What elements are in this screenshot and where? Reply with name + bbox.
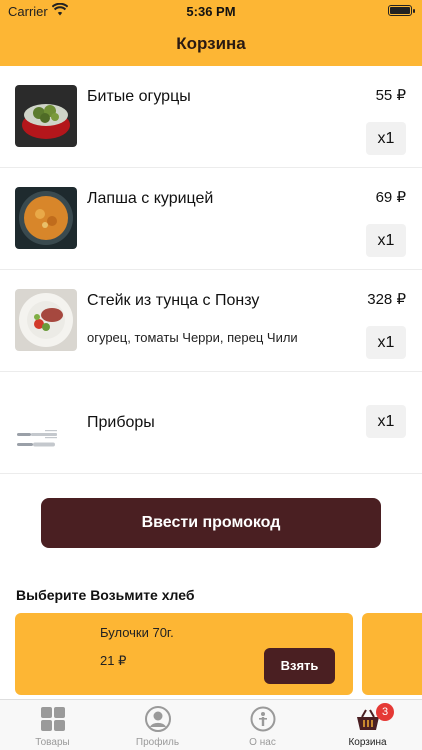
tuna-steak-image — [15, 289, 77, 351]
tab-label: О нас — [249, 737, 276, 748]
noodles-dish-image — [15, 187, 77, 249]
quantity-button[interactable]: x1 — [366, 405, 406, 438]
navigation-header: Carrier 5:36 PM Корзина — [0, 0, 422, 66]
promo-code-button[interactable]: Ввести промокод — [41, 498, 381, 548]
bread-name: Булочки 70г. — [100, 625, 174, 640]
take-button[interactable]: Взять — [264, 648, 335, 684]
profile-icon — [145, 706, 171, 732]
quantity-button[interactable]: x1 — [366, 122, 406, 155]
tab-cart[interactable]: 3 Корзина — [315, 700, 420, 750]
tab-products[interactable]: Товары — [0, 700, 105, 750]
item-price: 328 ₽ — [367, 291, 406, 308]
item-name: Битые огурцы — [87, 88, 191, 105]
item-price: 55 ₽ — [375, 87, 406, 104]
cart-item[interactable]: Битые огурцы 55 ₽ x1 — [0, 66, 422, 168]
item-description: огурец, томаты Черри, перец Чили — [87, 330, 298, 345]
item-name: Приборы — [87, 414, 155, 431]
grid-icon — [41, 707, 65, 731]
battery-icon — [388, 5, 415, 16]
quantity-button[interactable]: x1 — [366, 326, 406, 359]
quantity-button[interactable]: x1 — [366, 224, 406, 257]
cart-count-badge: 3 — [376, 703, 394, 721]
bread-card-next[interactable] — [362, 613, 422, 695]
item-price: 69 ₽ — [375, 189, 406, 206]
tab-label: Корзина — [348, 737, 387, 748]
section-title: Выберите Возьмите хлеб — [16, 587, 195, 603]
tab-label: Товары — [35, 737, 70, 748]
item-name: Стейк из тунца с Понзу — [87, 292, 260, 309]
item-name: Лапша с курицей — [87, 190, 214, 207]
cart-item[interactable]: Лапша с курицей 69 ₽ x1 — [0, 168, 422, 270]
tab-about[interactable]: О нас — [210, 700, 315, 750]
bread-card[interactable]: Булочки 70г. 21 ₽ Взять — [15, 613, 353, 695]
cart-item[interactable]: Стейк из тунца с Понзу огурец, томаты Че… — [0, 270, 422, 372]
status-bar: Carrier 5:36 PM — [0, 0, 422, 22]
cutlery-icon — [15, 391, 77, 453]
bread-price: 21 ₽ — [100, 653, 127, 668]
cucumber-dish-image — [15, 85, 77, 147]
info-icon — [250, 706, 276, 732]
tab-bar: Товары Профиль О нас 3 Корзина — [0, 699, 422, 750]
tab-profile[interactable]: Профиль — [105, 700, 210, 750]
status-time: 5:36 PM — [186, 4, 236, 19]
cart-item[interactable]: Приборы x1 — [0, 372, 422, 474]
tab-label: Профиль — [135, 737, 180, 748]
page-title: Корзина — [176, 34, 246, 53]
